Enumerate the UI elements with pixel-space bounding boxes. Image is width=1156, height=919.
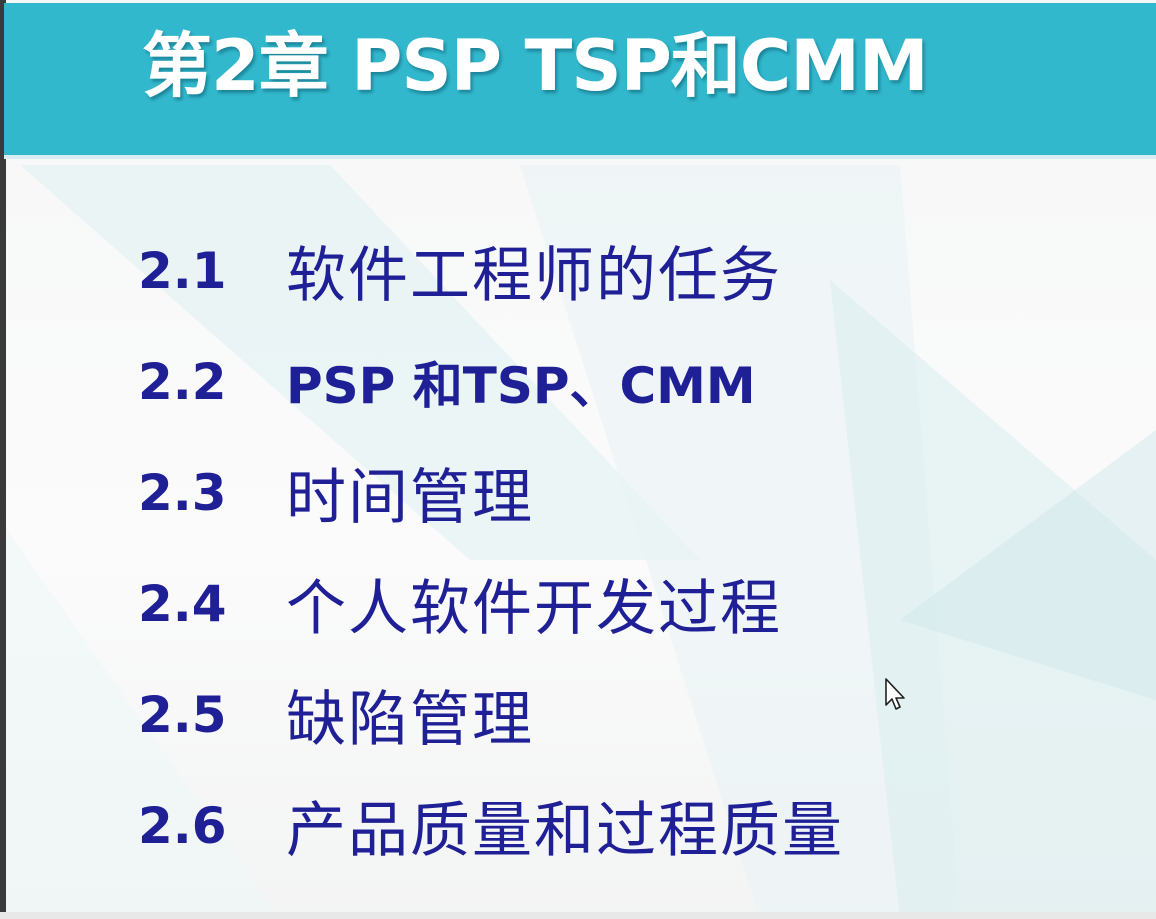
- toc-label: 个人软件开发过程: [286, 574, 782, 644]
- title-bar: 第2章 PSP TSP和CMM: [4, 3, 1156, 159]
- mouse-pointer-icon: [885, 678, 905, 710]
- table-of-contents: 2.1 软件工程师的任务 2.2 PSP 和TSP、CMM 2.3 时间管理 2…: [138, 215, 1098, 881]
- toc-label: 时间管理: [286, 463, 534, 533]
- toc-number: 2.3: [138, 463, 227, 522]
- slide-title: 第2章 PSP TSP和CMM: [142, 25, 929, 107]
- toc-item: 2.2 PSP 和TSP、CMM: [138, 326, 1098, 437]
- toc-number: 2.4: [138, 574, 227, 633]
- toc-item: 2.3 时间管理: [138, 437, 1098, 548]
- toc-number: 2.1: [138, 241, 227, 300]
- toc-label: 软件工程师的任务: [286, 241, 782, 311]
- toc-label: 缺陷管理: [286, 685, 534, 755]
- bottom-edge: [0, 912, 1156, 919]
- toc-number: 2.2: [138, 352, 227, 411]
- toc-number: 2.5: [138, 685, 227, 744]
- toc-label: 产品质量和过程质量: [286, 796, 844, 866]
- toc-item: 2.5 缺陷管理: [138, 659, 1098, 770]
- toc-number: 2.6: [138, 796, 227, 855]
- toc-label: PSP 和TSP、CMM: [286, 356, 756, 415]
- toc-item: 2.1 软件工程师的任务: [138, 215, 1098, 326]
- toc-item: 2.6 产品质量和过程质量: [138, 770, 1098, 881]
- toc-item: 2.4 个人软件开发过程: [138, 548, 1098, 659]
- slide: 第2章 PSP TSP和CMM 2.1 软件工程师的任务 2.2 PSP 和TS…: [0, 0, 1156, 919]
